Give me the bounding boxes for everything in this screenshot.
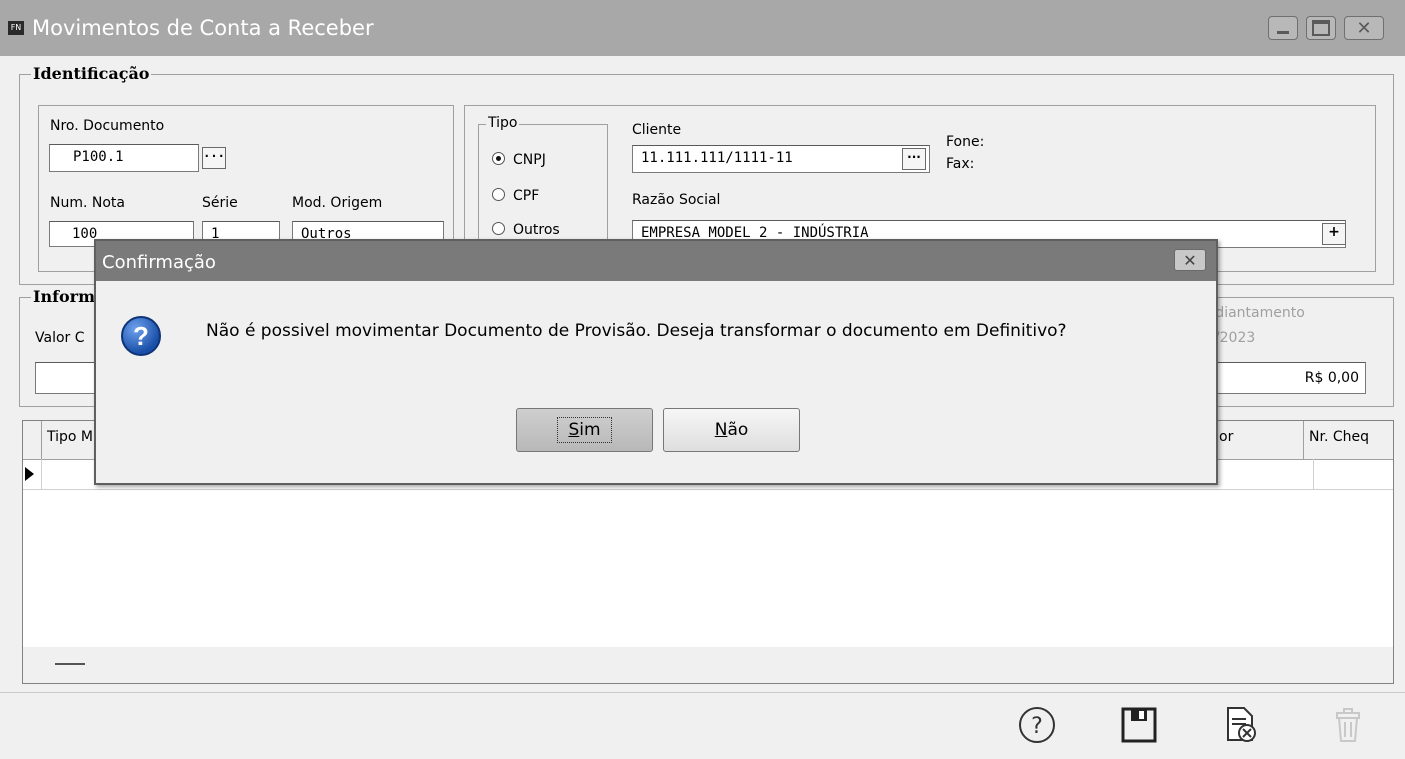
fone-label: Fone: [946,134,985,150]
radio-empty-icon [492,222,505,235]
help-icon: ? [1019,707,1055,743]
cancel-document-button[interactable] [1218,703,1262,747]
dialog-message: Não é possivel movimentar Documento de P… [206,321,1067,341]
close-button[interactable]: ✕ [1344,16,1384,40]
cliente-field[interactable]: 11.111.111/1111-11 [632,145,930,173]
cliente-label: Cliente [632,122,682,138]
svg-text:?: ? [1031,714,1043,739]
dialog-close-button[interactable]: ✕ [1174,249,1206,271]
serie-label: Série [202,195,238,211]
nro-documento-wrapper: P100.1 ··· [49,144,229,172]
informacoes-legend: Inform [31,287,98,306]
column-tipo[interactable]: Tipo M [47,429,93,445]
nro-documento-field[interactable]: P100.1 [49,144,199,172]
app-icon: FN [8,21,24,35]
minimize-button[interactable] [1268,16,1298,40]
delete-button[interactable] [1326,703,1370,747]
minimize-icon [1277,30,1289,34]
question-icon: ? [121,316,161,356]
close-icon: ✕ [1183,250,1197,270]
yes-button[interactable]: Sim [516,408,653,452]
num-nota-label: Num. Nota [50,195,125,211]
save-button[interactable] [1117,703,1161,747]
window-titlebar: FN Movimentos de Conta a Receber ✕ [0,0,1405,56]
adiantamento-label: Adiantamento [1206,305,1305,321]
identificacao-legend: Identificação [31,64,152,83]
bottom-toolbar: ? [0,692,1405,759]
razao-social-add-button[interactable]: + [1322,223,1346,245]
no-button[interactable]: Não [663,408,800,452]
delete-icon [1336,708,1360,742]
window-title: Movimentos de Conta a Receber [32,16,374,40]
radio-selected-icon [492,152,505,165]
fax-label: Fax: [946,156,975,172]
adiantamento-value: R$ 0,00 [1206,362,1366,394]
grid-footer [23,647,1393,683]
radio-outros[interactable]: Outros [492,222,560,238]
radio-cnpj[interactable]: CNPJ [492,152,546,168]
close-icon: ✕ [1356,17,1372,39]
save-icon [1121,707,1157,743]
maximize-button[interactable] [1306,16,1336,40]
cliente-lookup-button[interactable]: ··· [902,148,926,170]
help-button[interactable]: ? [1015,703,1059,747]
valor-label: Valor C [35,330,85,346]
radio-empty-icon [492,188,505,201]
column-nr-cheque[interactable]: Nr. Cheq [1309,429,1369,445]
dialog-titlebar: Confirmação ✕ [96,241,1216,281]
dialog-title: Confirmação [102,252,216,273]
mod-origem-label: Mod. Origem [292,195,383,211]
confirm-dialog: Confirmação ✕ ? Não é possivel movimenta… [94,239,1218,485]
row-indicator-icon [25,467,34,481]
maximize-icon [1312,20,1330,36]
nro-documento-lookup-button[interactable]: ··· [202,147,226,169]
column-valor[interactable]: or [1219,429,1233,445]
razao-social-label: Razão Social [632,192,721,208]
grid-navigator-icon [55,663,85,665]
cancel-document-icon [1227,707,1256,742]
nro-documento-label: Nro. Documento [50,118,165,134]
radio-cpf[interactable]: CPF [492,188,539,204]
tipo-legend: Tipo [486,115,520,131]
